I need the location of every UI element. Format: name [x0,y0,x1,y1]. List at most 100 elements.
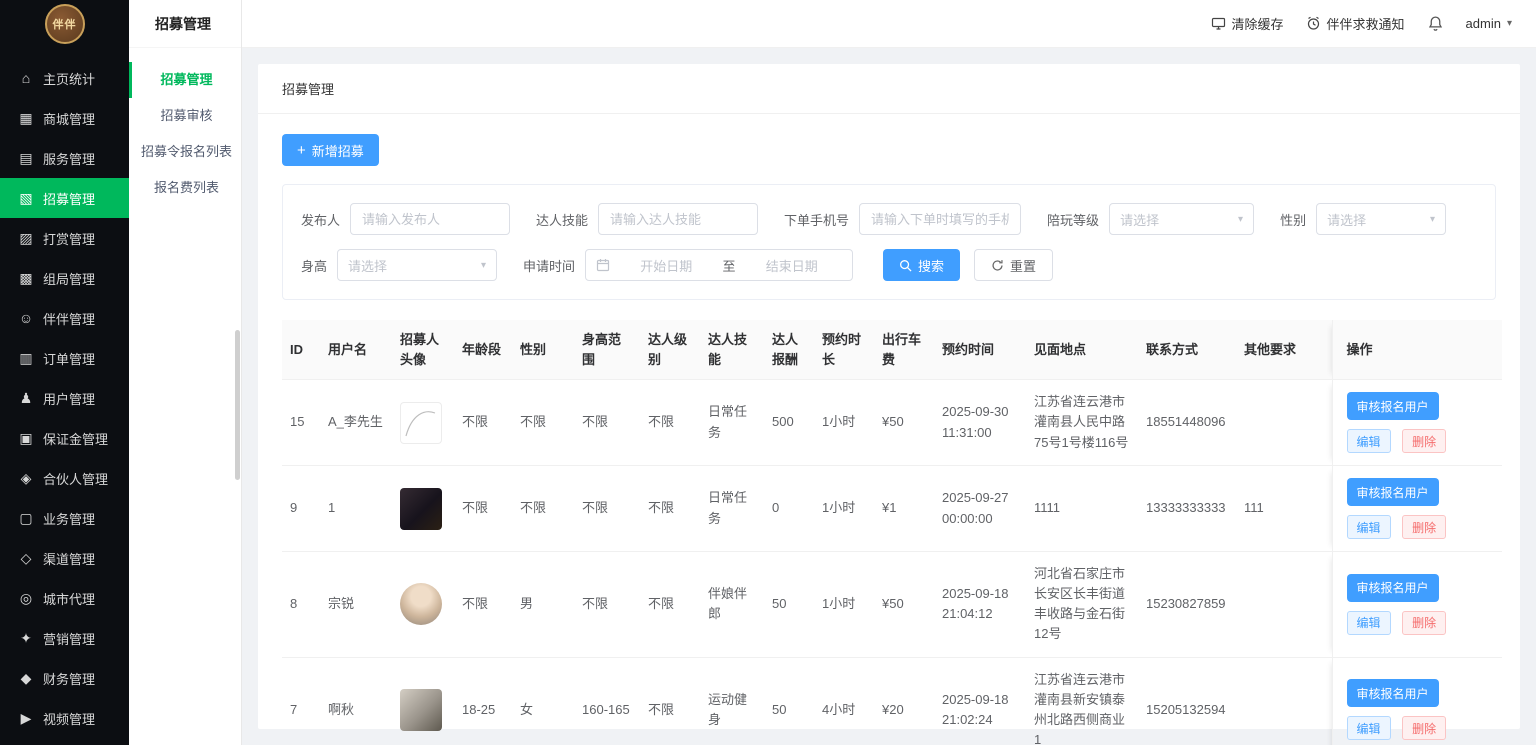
sidebar-item-order[interactable]: ▥订单管理 [0,338,129,378]
submenu-item-recruit-signup-list[interactable]: 招募令报名列表 [129,134,241,170]
sidebar-item-city-agent[interactable]: ◎城市代理 [0,578,129,618]
sidebar-item-marketing[interactable]: ✦ 营销管理 [0,618,129,658]
user-icon: ♟ [18,390,34,407]
cell-other [1236,380,1332,466]
cell-username: 啊秋 [320,657,392,745]
calendar-icon [596,258,610,272]
sidebar-item-cooperator[interactable]: ◈合伙人管理 [0,458,129,498]
submenu-item-recruit-manage[interactable]: 招募管理 [129,62,241,98]
sos-notice-label: 伴伴求救通知 [1327,14,1405,33]
col-address: 见面地点 [1026,320,1138,380]
reward-icon: ▨ [18,230,34,247]
cell-skill: 伴娘伴郎 [700,552,764,658]
cell-gender: 女 [512,657,574,745]
sos-notice-button[interactable]: 伴伴求救通知 [1306,14,1405,33]
col-duration: 预约时长 [814,320,874,380]
sidebar-item-video[interactable]: ▶视频管理 [0,698,129,738]
cell-gender: 不限 [512,466,574,552]
height-select[interactable]: 请选择 ▾ [337,249,497,281]
edit-button[interactable]: 编辑 [1347,716,1391,740]
sidebar-item-label: 主页统计 [43,69,95,88]
clear-cache-label: 清除缓存 [1232,14,1284,33]
date-range-picker[interactable]: 开始日期 至 结束日期 [585,249,853,281]
submenu-item-signup-fee-list[interactable]: 报名费列表 [129,170,241,206]
sidebar-item-user[interactable]: ♟用户管理 [0,378,129,418]
logo[interactable]: 伴伴 [0,0,129,48]
breadcrumb: 招募管理 [258,64,1520,114]
business-icon: ▢ [18,510,34,527]
cell-fare: ¥20 [874,657,934,745]
clear-cache-button[interactable]: 清除缓存 [1211,14,1284,33]
review-signup-button[interactable]: 审核报名用户 [1347,392,1439,420]
cell-address: 江苏省连云港市灌南县新安镇泰州北路西侧商业1 [1026,657,1138,745]
search-button[interactable]: 搜索 [883,249,960,281]
review-signup-button[interactable]: 审核报名用户 [1347,679,1439,707]
sidebar-item-stats[interactable]: ⌂主页统计 [0,58,129,98]
cell-reward: 50 [764,552,814,658]
cell-address: 河北省石家庄市长安区长丰街道丰收路与金石街12号 [1026,552,1138,658]
publisher-input[interactable] [350,203,510,235]
edit-button[interactable]: 编辑 [1347,429,1391,453]
phone-label: 下单手机号 [784,210,849,229]
phone-input[interactable] [859,203,1021,235]
avatar [400,488,442,530]
filter-row-1: 发布人 达人技能 下单手机号 [301,203,1477,235]
cell-duration: 1小时 [814,380,874,466]
cell-duration: 1小时 [814,552,874,658]
user-menu[interactable]: admin ▾ [1466,16,1512,31]
submenu-panel: 招募管理 招募管理 招募审核 招募令报名列表 报名费列表 [129,0,242,745]
delete-button[interactable]: 删除 [1402,515,1446,539]
delete-button[interactable]: 删除 [1402,611,1446,635]
sidebar-item-service[interactable]: ▤服务管理 [0,138,129,178]
col-skill: 达人技能 [700,320,764,380]
cell-time: 2025-09-30 11:31:00 [934,380,1026,466]
sidebar-item-label: 保证金管理 [43,429,108,448]
sidebar-item-group[interactable]: ▩组局管理 [0,258,129,298]
col-avatar: 招募人头像 [392,320,454,380]
reset-button[interactable]: 重置 [974,249,1053,281]
sidebar-item-partner[interactable]: ☺伴伴管理 [0,298,129,338]
sidebar-item-label: 服务管理 [43,149,95,168]
sidebar-item-label: 营销管理 [43,629,95,648]
clear-cache-icon [1211,16,1226,31]
publisher-label: 发布人 [301,210,340,229]
level-select[interactable]: 请选择 ▾ [1109,203,1254,235]
cell-other [1236,657,1332,745]
review-signup-button[interactable]: 审核报名用户 [1347,574,1439,602]
sidebar-item-recruit[interactable]: ▧招募管理 [0,178,129,218]
skill-input[interactable] [598,203,758,235]
cell-contact: 15205132594 [1138,657,1236,745]
sidebar-item-reward[interactable]: ▨打赏管理 [0,218,129,258]
edit-button[interactable]: 编辑 [1347,611,1391,635]
edit-button[interactable]: 编辑 [1347,515,1391,539]
sidebar-item-channel[interactable]: ◇渠道管理 [0,538,129,578]
gender-select[interactable]: 请选择 ▾ [1316,203,1446,235]
col-level: 达人级别 [640,320,700,380]
sidebar-item-finance[interactable]: ◆财务管理 [0,658,129,698]
add-recruit-button[interactable]: + 新增招募 [282,134,379,166]
submenu-item-recruit-audit[interactable]: 招募审核 [129,98,241,134]
cell-contact: 18551448096 [1138,380,1236,466]
review-signup-button[interactable]: 审核报名用户 [1347,478,1439,506]
sidebar-item-business[interactable]: ▢业务管理 [0,498,129,538]
marketing-icon: ✦ [18,630,34,647]
sidebar-item-mall[interactable]: ▦商城管理 [0,98,129,138]
delete-button[interactable]: 删除 [1402,716,1446,740]
cell-skill: 日常任务 [700,466,764,552]
cell-duration: 4小时 [814,657,874,745]
sidebar-item-deposit[interactable]: ▣保证金管理 [0,418,129,458]
col-action: 操作 [1332,320,1502,380]
refresh-icon [991,259,1004,272]
delete-button[interactable]: 删除 [1402,429,1446,453]
cell-id: 7 [282,657,320,745]
cell-gender: 不限 [512,380,574,466]
cooperator-icon: ◈ [18,470,34,487]
cell-id: 9 [282,466,320,552]
apply-time-label: 申请时间 [523,256,575,275]
app-window: 伴伴 ⌂主页统计 ▦商城管理 ▤服务管理 ▧招募管理 ▨打赏管理 ▩组局管理 ☺… [0,0,1536,745]
avatar [400,402,442,444]
submenu-scrollbar[interactable] [235,330,240,480]
search-label: 搜索 [918,256,944,275]
col-fare: 出行车费 [874,320,934,380]
notification-bell-button[interactable] [1427,15,1444,32]
